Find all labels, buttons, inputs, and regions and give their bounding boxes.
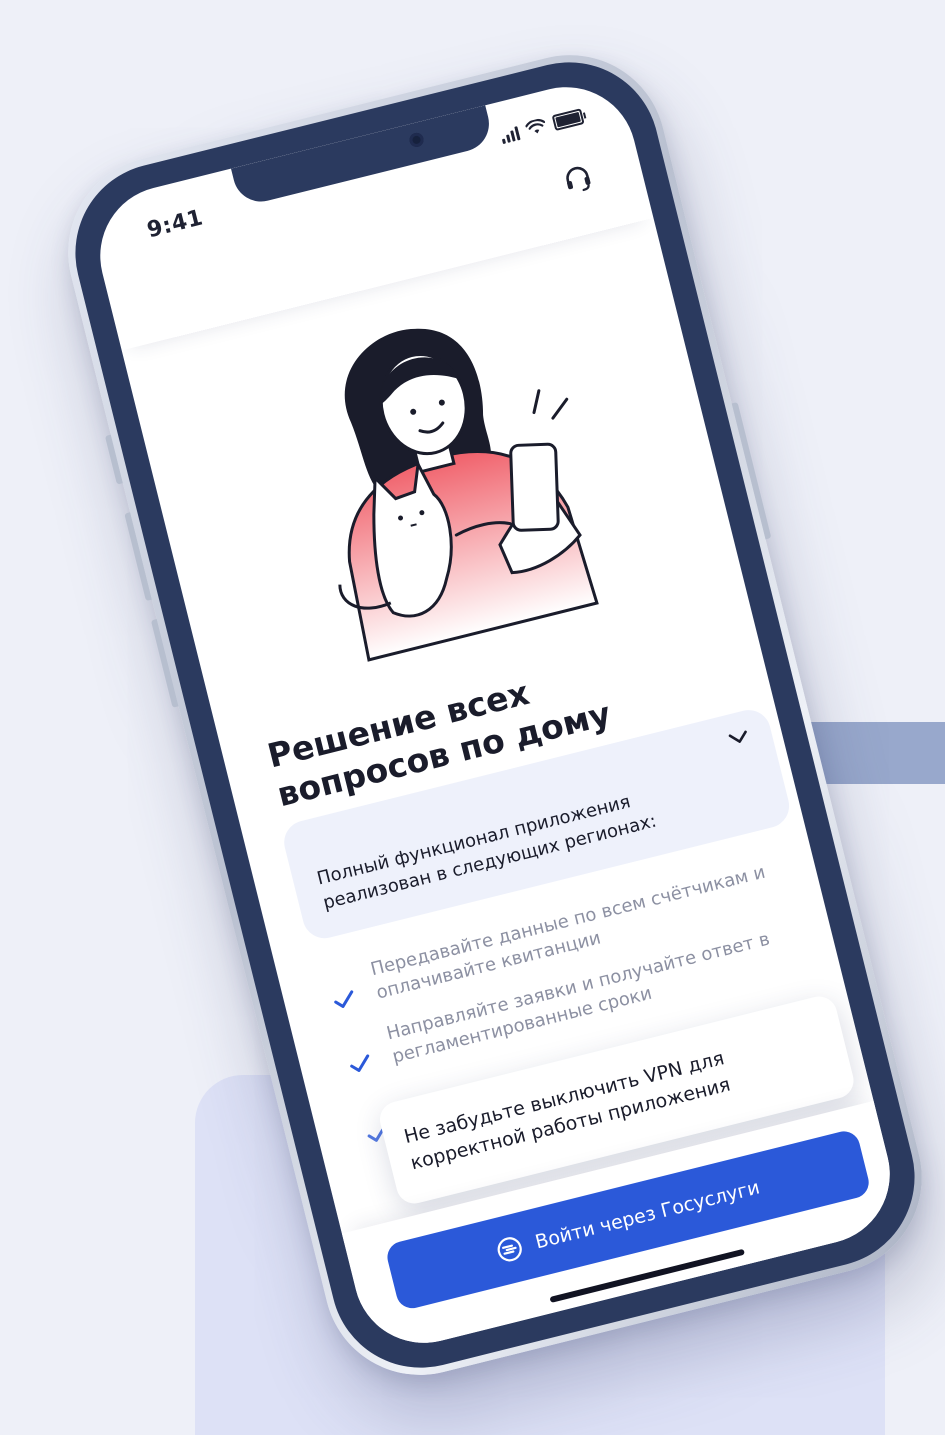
gosuslugi-logo-icon	[497, 1237, 522, 1262]
signal-icon	[499, 124, 521, 145]
support-button[interactable]	[554, 155, 602, 203]
wifi-icon	[525, 118, 546, 134]
chevron-down-icon	[728, 730, 747, 743]
hero-illustration	[338, 328, 599, 662]
battery-icon	[551, 108, 585, 132]
status-time: 9:41	[144, 205, 206, 244]
check-icon	[350, 1054, 370, 1072]
phone-frame: 9:41 Решение всех вопросов по дому Полны…	[56, 43, 934, 1387]
headset-icon	[566, 166, 591, 192]
notch	[230, 105, 495, 208]
check-icon	[334, 990, 354, 1008]
status-icons	[499, 108, 585, 145]
phone-mockup: 9:41 Решение всех вопросов по дому Полны…	[47, 34, 943, 1396]
front-camera	[408, 131, 426, 149]
